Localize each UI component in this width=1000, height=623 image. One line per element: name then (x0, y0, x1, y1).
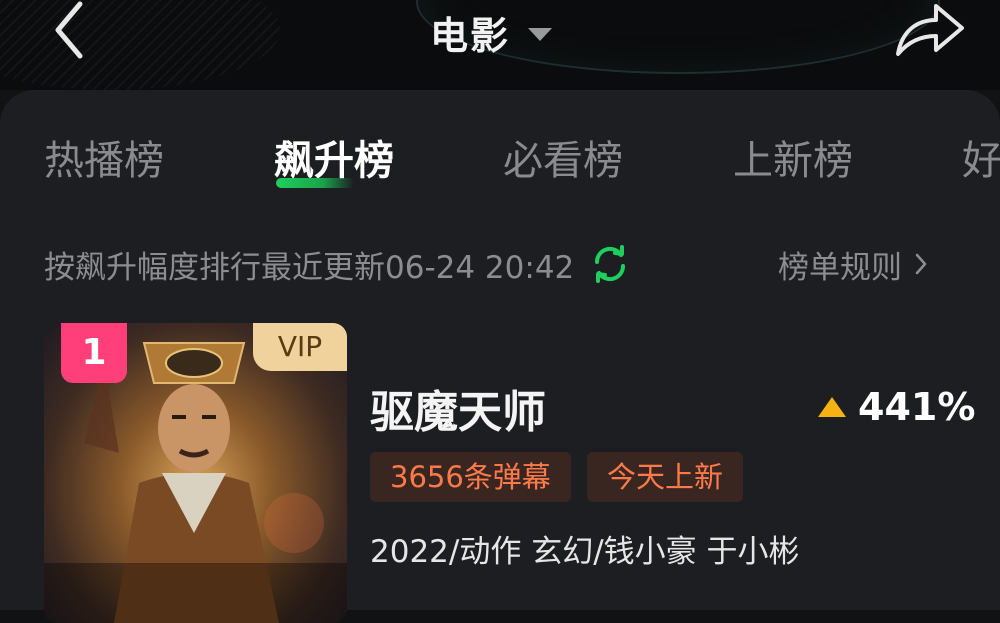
movie-title[interactable]: 驱魔天师 (370, 376, 546, 440)
sort-text: 按飙升幅度排行最近更新06-24 20:42 (44, 249, 575, 286)
chevron-left-icon[interactable] (44, 0, 94, 60)
tab-good[interactable]: 好 (962, 128, 1000, 186)
trend-indicator: 441% (818, 384, 975, 430)
danmaku-count-tag: 3656条弹幕 (370, 452, 571, 502)
header-texture (0, 0, 280, 90)
vip-badge: VIP (253, 323, 347, 371)
caret-down-icon (528, 27, 553, 41)
tab-must-see[interactable]: 必看榜 (503, 128, 623, 186)
chevron-right-icon (915, 253, 927, 275)
movie-meta: 2022/动作 玄幻/钱小豪 于小彬 (370, 534, 800, 570)
page-title: 电影 (430, 13, 511, 58)
title-dropdown[interactable]: 电影 (430, 6, 553, 58)
tab-hot[interactable]: 热播榜 (44, 128, 164, 186)
rank-badge: 1 (61, 323, 127, 383)
ranking-tabs: 热播榜 飙升榜 必看榜 上新榜 好 (0, 128, 1000, 198)
trend-up-icon (818, 397, 846, 417)
refresh-icon[interactable] (590, 244, 630, 284)
rules-label: 榜单规则 (778, 249, 902, 286)
new-today-tag: 今天上新 (587, 452, 744, 502)
sort-info: 按飙升幅度排行最近更新06-24 20:42 (44, 236, 630, 292)
rules-link[interactable]: 榜单规则 (778, 236, 928, 292)
active-tab-indicator (276, 178, 354, 188)
trend-value: 441% (858, 385, 976, 429)
tab-new[interactable]: 上新榜 (733, 128, 853, 186)
share-icon[interactable] (892, 0, 968, 60)
